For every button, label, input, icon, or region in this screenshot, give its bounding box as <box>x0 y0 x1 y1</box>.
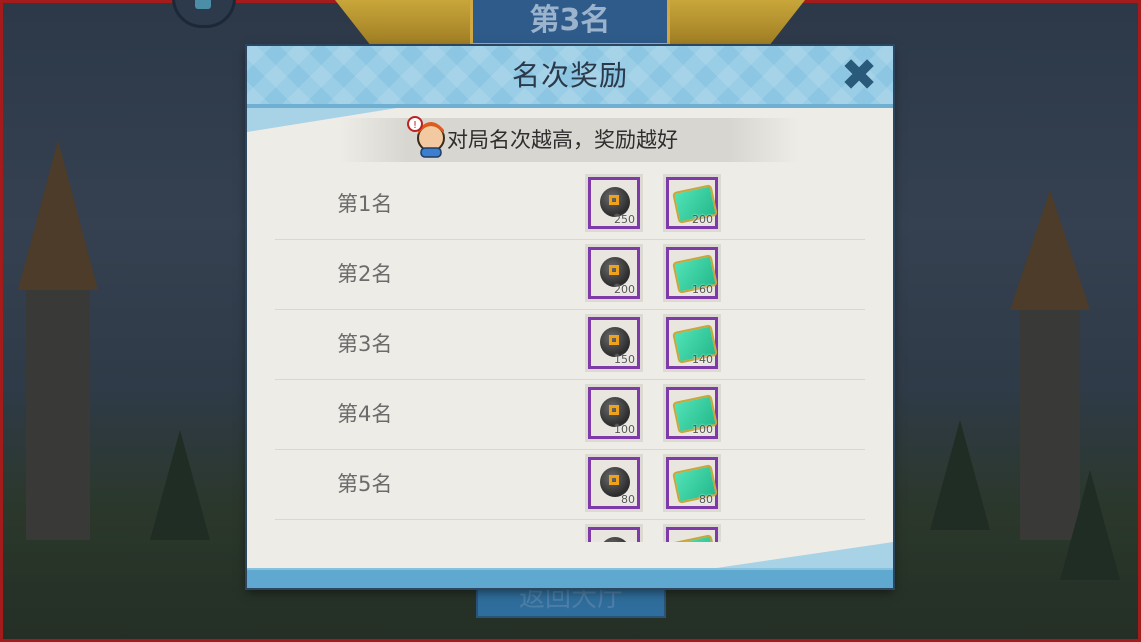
reward-quantity: 160 <box>692 283 713 296</box>
reward-quantity: 140 <box>692 353 713 366</box>
book-reward[interactable] <box>663 524 721 542</box>
reward-quantity: 100 <box>614 423 635 436</box>
rank-label: 第2名 <box>337 262 393 286</box>
coin-reward[interactable] <box>585 524 643 542</box>
character-avatar-icon: ! <box>407 116 445 158</box>
dialog-footer <box>247 568 893 588</box>
current-rank-label: 第3名 <box>470 0 670 46</box>
book-reward[interactable]: 140 <box>663 314 721 372</box>
decor-wedge <box>703 542 893 570</box>
reward-list[interactable]: 第1名 250 200 第2名 200 160 第3名 150 140 第4名 … <box>275 170 865 542</box>
reward-row <box>275 520 865 542</box>
reward-quantity: 80 <box>621 493 635 506</box>
reward-quantity: 200 <box>614 283 635 296</box>
coin-reward[interactable]: 80 <box>585 454 643 512</box>
coin-reward[interactable]: 250 <box>585 174 643 232</box>
skill-book-icon <box>672 534 718 542</box>
rank-label: 第1名 <box>337 192 393 216</box>
coin-icon <box>600 537 630 542</box>
coin-reward[interactable]: 100 <box>585 384 643 442</box>
book-reward[interactable]: 80 <box>663 454 721 512</box>
subtitle-text: 对局名次越高，奖励越好 <box>447 128 678 152</box>
reward-row: 第3名 150 140 <box>275 310 865 380</box>
coin-reward[interactable]: 200 <box>585 244 643 302</box>
reward-quantity: 250 <box>614 213 635 226</box>
reward-row: 第4名 100 100 <box>275 380 865 450</box>
dialog-title: 名次奖励 <box>511 59 628 92</box>
reward-row: 第1名 250 200 <box>275 170 865 240</box>
rank-label: 第3名 <box>337 332 393 356</box>
book-reward[interactable]: 160 <box>663 244 721 302</box>
rank-label: 第4名 <box>337 402 393 426</box>
reward-row: 第2名 200 160 <box>275 240 865 310</box>
reward-quantity: 150 <box>614 353 635 366</box>
reward-quantity: 100 <box>692 423 713 436</box>
close-icon[interactable]: ✖ <box>837 54 881 98</box>
reward-quantity: 80 <box>699 493 713 506</box>
svg-text:!: ! <box>413 120 417 131</box>
book-reward[interactable]: 200 <box>663 174 721 232</box>
reward-quantity: 200 <box>692 213 713 226</box>
coin-reward[interactable]: 150 <box>585 314 643 372</box>
rank-label: 第5名 <box>337 472 393 496</box>
reward-row: 第5名 80 80 <box>275 450 865 520</box>
rank-reward-dialog: 名次奖励 ✖ ! 对局名次越高，奖励越好 第1名 250 200 第2名 200… <box>247 46 893 588</box>
book-reward[interactable]: 100 <box>663 384 721 442</box>
